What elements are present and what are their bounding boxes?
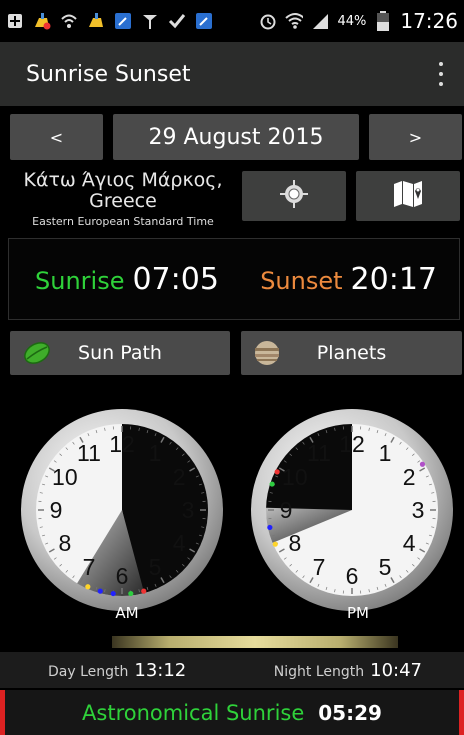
event-marker [128, 590, 134, 597]
date-navigation: < 29 August 2015 > [10, 114, 462, 160]
location-country: Greece [89, 190, 157, 212]
sunset-time: 20:17 [350, 261, 437, 297]
app-title: Sunrise Sunset [26, 61, 191, 87]
crosshair-icon [279, 179, 309, 213]
clock-numeral: 7 [313, 554, 326, 580]
clock-numeral: 12 [339, 431, 365, 457]
day-length: Day Length 13:12 [48, 660, 186, 681]
event-label: Astronomical Sunrise [82, 700, 305, 725]
clock-numeral: 4 [173, 530, 186, 556]
day-length-label: Day Length [48, 663, 129, 680]
clock-numeral: 9 [50, 497, 63, 523]
notification-icons [6, 12, 213, 30]
clock-numeral: 9 [280, 497, 293, 523]
locate-me-button[interactable] [242, 171, 346, 221]
am-label: AM [115, 604, 139, 622]
clock-numeral: 6 [116, 563, 129, 589]
event-marker [141, 588, 147, 594]
event-marker [85, 584, 91, 590]
event-time: 05:29 [318, 700, 382, 725]
sunrise-label: Sunrise [35, 266, 125, 295]
tool-icon [114, 12, 132, 30]
leaf-icon [22, 339, 52, 367]
jupiter-icon [253, 339, 283, 367]
day-length-value: 13:12 [134, 659, 187, 681]
clock-numeral: 3 [182, 497, 195, 523]
clock-numeral: 6 [346, 563, 359, 589]
sunset-item: Sunset 20:17 [260, 262, 437, 297]
clock-numeral: 5 [379, 554, 392, 580]
clock-numeral: 12 [109, 431, 135, 457]
event-marker [267, 524, 273, 531]
pm-clock: 12 12 3 45678 9 1011 [251, 409, 453, 611]
next-day-button[interactable]: > [369, 114, 462, 160]
timezone-label: Eastern European Standard Time [32, 215, 214, 228]
wifi-icon [285, 12, 304, 30]
clock-numeral: 2 [173, 464, 186, 490]
clock-numeral: 8 [288, 530, 301, 556]
date-picker-button[interactable]: 29 August 2015 [113, 114, 359, 160]
sun-path-label: Sun Path [78, 342, 162, 364]
sun-path-clocks: 12 1 2 3 4 5 6 7 8 9 10 11 12 1 2 3 4 5 6 7 8 9 10 11 AM PM [0, 390, 464, 630]
wifi-signal-icon [60, 12, 78, 30]
clock-numeral: 7 [83, 554, 96, 580]
event-row[interactable]: Astronomical Sunrise 05:29 [0, 690, 464, 735]
clock-numeral: 5 [149, 554, 162, 580]
battery-percent: 44% [337, 13, 367, 29]
event-marker [97, 588, 103, 594]
plus-icon [6, 12, 24, 30]
alarm-icon [259, 12, 277, 30]
location-info[interactable]: Κάτω Άγιος Μάρκος, Greece Eastern Europe… [8, 170, 238, 234]
cleaner-warning-icon [33, 12, 51, 30]
night-length-value: 10:47 [370, 659, 422, 681]
planets-label: Planets [316, 342, 387, 364]
cleaner-icon [87, 12, 105, 30]
sunset-label: Sunset [260, 266, 343, 295]
status-bar: 44% 17:26 [0, 0, 464, 42]
sunrise-time: 07:05 [132, 261, 219, 297]
check-icon [168, 12, 186, 30]
clock-numeral: 11 [307, 440, 331, 466]
event-marker [110, 590, 116, 597]
event-marker [274, 469, 280, 475]
event-marker [419, 461, 426, 467]
system-status: 44% 17:26 [259, 9, 458, 33]
clock-numeral: 10 [282, 464, 308, 490]
daylight-bar [112, 636, 398, 648]
am-clock: 12 12 3 45678 9 1011 [21, 409, 223, 611]
pm-label: PM [347, 604, 369, 622]
app-bar: Sunrise Sunset [0, 42, 464, 106]
event-marker [269, 481, 275, 487]
previous-day-button[interactable]: < [10, 114, 103, 160]
battery-icon [374, 11, 392, 31]
location-name: Κάτω Άγιος Μάρκος, [23, 169, 223, 191]
map-icon [392, 179, 424, 213]
map-button[interactable] [356, 171, 460, 221]
night-length-label: Night Length [273, 663, 365, 680]
clock-numeral: 10 [52, 464, 78, 490]
clock-numeral: 8 [58, 530, 71, 556]
more-vert-icon[interactable] [438, 62, 444, 86]
clock-numeral: 3 [412, 497, 425, 523]
sun-path-button[interactable]: Sun Path [10, 331, 230, 375]
sun-times-panel: Sunrise 07:05 Sunset 20:17 [8, 238, 460, 320]
night-length: Night Length 10:47 [274, 660, 422, 681]
tool-icon [195, 12, 213, 30]
planets-button[interactable]: Planets [241, 331, 462, 375]
clock-numeral: 2 [403, 464, 416, 490]
antenna-icon [141, 12, 159, 30]
cell-signal-icon [311, 12, 329, 30]
clock-numeral: 4 [403, 530, 416, 556]
clock-numeral: 11 [77, 440, 101, 466]
clock-numeral: 1 [379, 440, 392, 466]
clock-numeral: 1 [149, 440, 162, 466]
status-time: 17:26 [400, 9, 458, 33]
sunrise-item: Sunrise 07:05 [35, 262, 219, 297]
day-night-length: Day Length 13:12 Night Length 10:47 [0, 652, 464, 688]
event-marker [272, 541, 278, 547]
